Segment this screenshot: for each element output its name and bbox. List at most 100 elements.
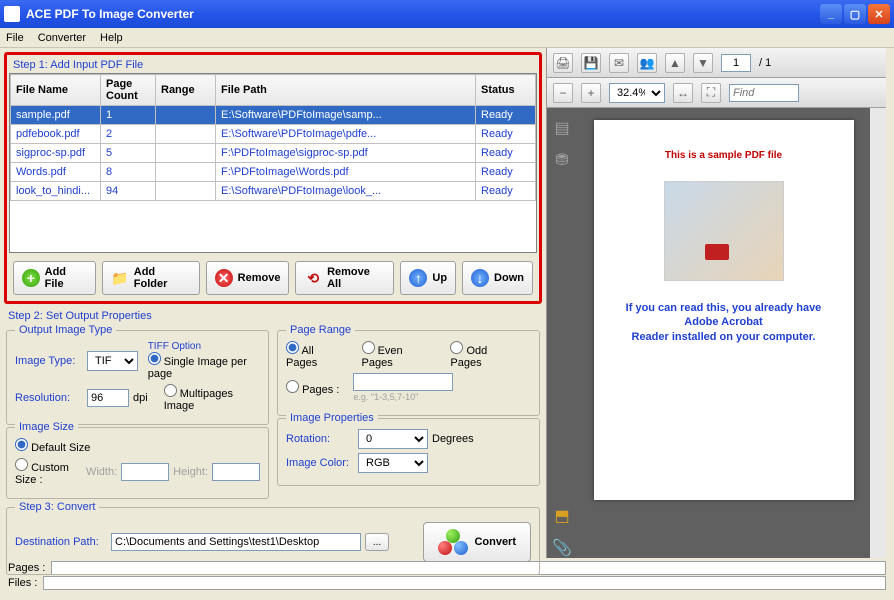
rotation-label: Rotation: xyxy=(286,433,354,445)
pages-hint: e.g. "1-3,5,7-10" xyxy=(353,392,418,402)
pages-radio[interactable]: Pages : xyxy=(286,380,339,396)
up-button[interactable]: ↑Up xyxy=(400,261,456,295)
convert-button[interactable]: Convert xyxy=(423,522,531,562)
default-size-radio[interactable]: Default Size xyxy=(15,438,90,454)
close-button[interactable]: ✕ xyxy=(868,4,890,24)
step1-panel: Step 1: Add Input PDF File File Name Pag… xyxy=(4,52,542,304)
page-number-input[interactable] xyxy=(721,54,751,72)
file-table[interactable]: File Name Page Count Range File Path Sta… xyxy=(10,74,536,201)
image-size-group: Image Size Default Size Custom Size : Wi… xyxy=(6,427,269,499)
table-row[interactable]: look_to_hindi...94E:\Software\PDFtoImage… xyxy=(11,182,536,201)
maximize-button[interactable]: ▢ xyxy=(844,4,866,24)
menu-file[interactable]: File xyxy=(6,32,24,44)
zoom-in-icon[interactable]: + xyxy=(581,83,601,103)
plus-icon: + xyxy=(22,269,40,287)
page-down-icon[interactable]: ▼ xyxy=(693,53,713,73)
app-icon xyxy=(4,6,20,22)
page-preview: This is a sample PDF file If you can rea… xyxy=(594,120,854,500)
width-label: Width: xyxy=(86,466,117,478)
remove-all-icon: ⟲ xyxy=(304,269,322,287)
save-icon[interactable]: 💾 xyxy=(581,53,601,73)
zoom-select[interactable]: 32.4% xyxy=(609,83,665,103)
zoom-out-icon[interactable]: − xyxy=(553,83,573,103)
menu-help[interactable]: Help xyxy=(100,32,123,44)
preview-toolbar-2: − + 32.4% ↔ ⛶ xyxy=(547,78,886,108)
remove-icon: ✕ xyxy=(215,269,233,287)
rotation-select[interactable]: 0 xyxy=(358,429,428,449)
sample-image xyxy=(664,181,784,281)
all-pages-radio[interactable]: All Pages xyxy=(286,341,348,369)
pages-input xyxy=(353,373,453,391)
title-bar: ACE PDF To Image Converter _ ▢ ✕ xyxy=(0,0,894,28)
arrow-down-icon: ↓ xyxy=(471,269,489,287)
doc-footer-1: If you can read this, you already have A… xyxy=(614,301,834,330)
down-button[interactable]: ↓Down xyxy=(462,261,533,295)
tiff-option-label: TIFF Option xyxy=(148,341,260,352)
preview-scrollbar[interactable] xyxy=(870,108,886,558)
col-filepath[interactable]: File Path xyxy=(216,75,476,106)
even-pages-radio[interactable]: Even Pages xyxy=(362,341,437,369)
remove-all-button[interactable]: ⟲Remove All xyxy=(295,261,394,295)
destination-label: Destination Path: xyxy=(15,536,107,548)
destination-input[interactable] xyxy=(111,533,361,551)
page-up-icon[interactable]: ▲ xyxy=(665,53,685,73)
table-row[interactable]: pdfebook.pdf2E:\Software\PDFtoImage\pdfe… xyxy=(11,125,536,144)
image-type-label: Image Type: xyxy=(15,355,83,367)
step2-label: Step 2: Set Output Properties xyxy=(8,310,542,322)
page-range-group: Page Range All Pages Even Pages Odd Page… xyxy=(277,330,540,416)
table-row[interactable]: sigproc-sp.pdf5F:\PDFtoImage\sigproc-sp.… xyxy=(11,144,536,163)
pages-panel-icon[interactable]: ▤ xyxy=(554,118,569,138)
table-row[interactable]: sample.pdf1E:\Software\PDFtoImage\samp..… xyxy=(11,106,536,125)
fit-width-icon[interactable]: ↔ xyxy=(673,83,693,103)
files-label: Files : xyxy=(8,577,37,589)
attachments-icon[interactable]: 📎 xyxy=(552,538,572,558)
degrees-label: Degrees xyxy=(432,433,474,445)
col-filename[interactable]: File Name xyxy=(11,75,101,106)
files-progress xyxy=(43,576,886,590)
browse-button[interactable]: ... xyxy=(365,533,389,551)
custom-size-radio[interactable]: Custom Size : xyxy=(15,458,72,486)
remove-button[interactable]: ✕Remove xyxy=(206,261,290,295)
layers-icon[interactable]: ⬒ xyxy=(554,506,569,526)
convert-icon xyxy=(438,529,468,555)
add-folder-button[interactable]: 📁Add Folder xyxy=(102,261,200,295)
preview-panel: 🖨 💾 ✉ 👥 ▲ ▼ / 1 − + 32.4% ↔ ⛶ ▤ ⛃ ⬒ 📎 Th xyxy=(546,48,886,558)
tiff-single-radio[interactable]: Single Image per page xyxy=(148,356,247,380)
bookmarks-icon[interactable]: ⛃ xyxy=(555,150,568,170)
doc-title: This is a sample PDF file xyxy=(614,150,834,161)
doc-footer-2: Reader installed on your computer. xyxy=(614,330,834,344)
table-row[interactable]: Words.pdf8F:\PDFtoImage\Words.pdfReady xyxy=(11,163,536,182)
tiff-multi-radio[interactable]: Multipages Image xyxy=(164,384,250,412)
image-color-select[interactable]: RGB xyxy=(358,453,428,473)
email-icon[interactable]: ✉ xyxy=(609,53,629,73)
minimize-button[interactable]: _ xyxy=(820,4,842,24)
dpi-label: dpi xyxy=(133,392,148,404)
col-pagecount[interactable]: Page Count xyxy=(101,75,156,106)
image-props-group: Image Properties Rotation: 0 Degrees Ima… xyxy=(277,418,540,486)
window-title: ACE PDF To Image Converter xyxy=(26,7,820,21)
col-status[interactable]: Status xyxy=(476,75,536,106)
preview-toolbar-1: 🖨 💾 ✉ 👥 ▲ ▼ / 1 xyxy=(547,48,886,78)
page-total: / 1 xyxy=(759,57,771,69)
collab-icon[interactable]: 👥 xyxy=(637,53,657,73)
step3-group: Step 3: Convert Destination Path: ... Co… xyxy=(6,507,540,575)
height-label: Height: xyxy=(173,466,208,478)
height-input xyxy=(212,463,260,481)
image-color-label: Image Color: xyxy=(286,457,354,469)
fit-page-icon[interactable]: ⛶ xyxy=(701,83,721,103)
menu-bar: File Converter Help xyxy=(0,28,894,48)
add-file-button[interactable]: +Add File xyxy=(13,261,96,295)
resolution-input[interactable] xyxy=(87,389,129,407)
odd-pages-radio[interactable]: Odd Pages xyxy=(450,341,521,369)
preview-area[interactable]: This is a sample PDF file If you can rea… xyxy=(577,108,870,558)
step1-label: Step 1: Add Input PDF File xyxy=(13,59,537,71)
width-input xyxy=(121,463,169,481)
image-type-select[interactable]: TIF xyxy=(87,351,138,371)
print-icon[interactable]: 🖨 xyxy=(553,53,573,73)
output-type-group: Output Image Type Image Type: TIF TIFF O… xyxy=(6,330,269,425)
col-range[interactable]: Range xyxy=(156,75,216,106)
menu-converter[interactable]: Converter xyxy=(38,32,86,44)
find-input[interactable] xyxy=(729,84,799,102)
folder-plus-icon: 📁 xyxy=(111,269,129,287)
resolution-label: Resolution: xyxy=(15,392,83,404)
